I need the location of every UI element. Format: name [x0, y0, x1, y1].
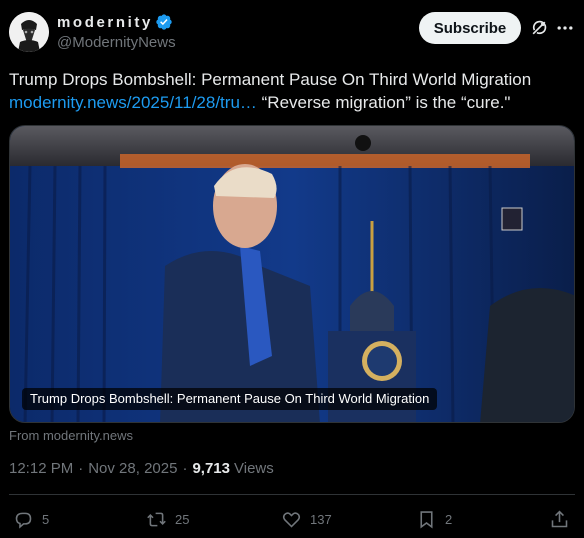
- repost-icon: [147, 512, 166, 526]
- bookmark-icon: [420, 510, 433, 529]
- tweet-link[interactable]: modernity.news/2025/11/28/tru…: [9, 93, 257, 112]
- views-label: Views: [234, 460, 274, 477]
- tweet-header: modernity @ModernityNews Subscribe: [9, 11, 575, 53]
- heart-icon: [282, 511, 301, 528]
- action-bar: 5 25 137 2: [9, 507, 575, 531]
- tweet-tail-text: “Reverse migration” is the “cure.": [256, 93, 511, 112]
- bookmark-count: 2: [445, 511, 453, 527]
- tweet-second-line: modernity.news/2025/11/28/tru… “Reverse …: [9, 91, 575, 114]
- plague-doctor-icon: [9, 12, 49, 52]
- card-caption: Trump Drops Bombshell: Permanent Pause O…: [22, 388, 438, 410]
- more-icon[interactable]: [555, 18, 575, 38]
- link-card[interactable]: Trump Drops Bombshell: Permanent Pause O…: [9, 125, 575, 423]
- tweet-time[interactable]: 12:12 PM: [9, 460, 73, 477]
- author-avatar[interactable]: [9, 12, 49, 52]
- like-button[interactable]: 137: [281, 507, 332, 531]
- verified-badge-icon[interactable]: [155, 13, 173, 31]
- author-handle[interactable]: @ModernityNews: [57, 34, 176, 51]
- bookmark-button[interactable]: 2: [416, 507, 452, 531]
- share-icon: [551, 510, 568, 527]
- share-button[interactable]: [549, 507, 570, 531]
- author-names: modernity @ModernityNews: [57, 13, 176, 52]
- tweet-meta: 12:12 PM · Nov 28, 2025 · 9,713 Views: [9, 460, 274, 477]
- tweet-headline: Trump Drops Bombshell: Permanent Pause O…: [9, 70, 532, 89]
- author-display-name[interactable]: modernity: [57, 14, 153, 31]
- views-count: 9,713: [192, 460, 230, 477]
- like-count: 137: [310, 511, 332, 527]
- meta-separator: ·: [78, 460, 84, 477]
- repost-count: 25: [175, 511, 190, 527]
- grok-icon[interactable]: [529, 18, 549, 38]
- reply-count: 5: [42, 511, 50, 527]
- meta-separator-2: ·: [182, 460, 188, 477]
- subscribe-button[interactable]: Subscribe: [419, 12, 521, 44]
- card-image: [10, 126, 574, 422]
- repost-button[interactable]: 25: [146, 507, 189, 531]
- reply-button[interactable]: 5: [13, 507, 49, 531]
- card-source[interactable]: From modernity.news: [9, 428, 133, 443]
- divider: [9, 494, 575, 495]
- reply-icon: [15, 512, 32, 529]
- tweet-date[interactable]: Nov 28, 2025: [88, 460, 177, 477]
- tweet-text: Trump Drops Bombshell: Permanent Pause O…: [9, 68, 575, 114]
